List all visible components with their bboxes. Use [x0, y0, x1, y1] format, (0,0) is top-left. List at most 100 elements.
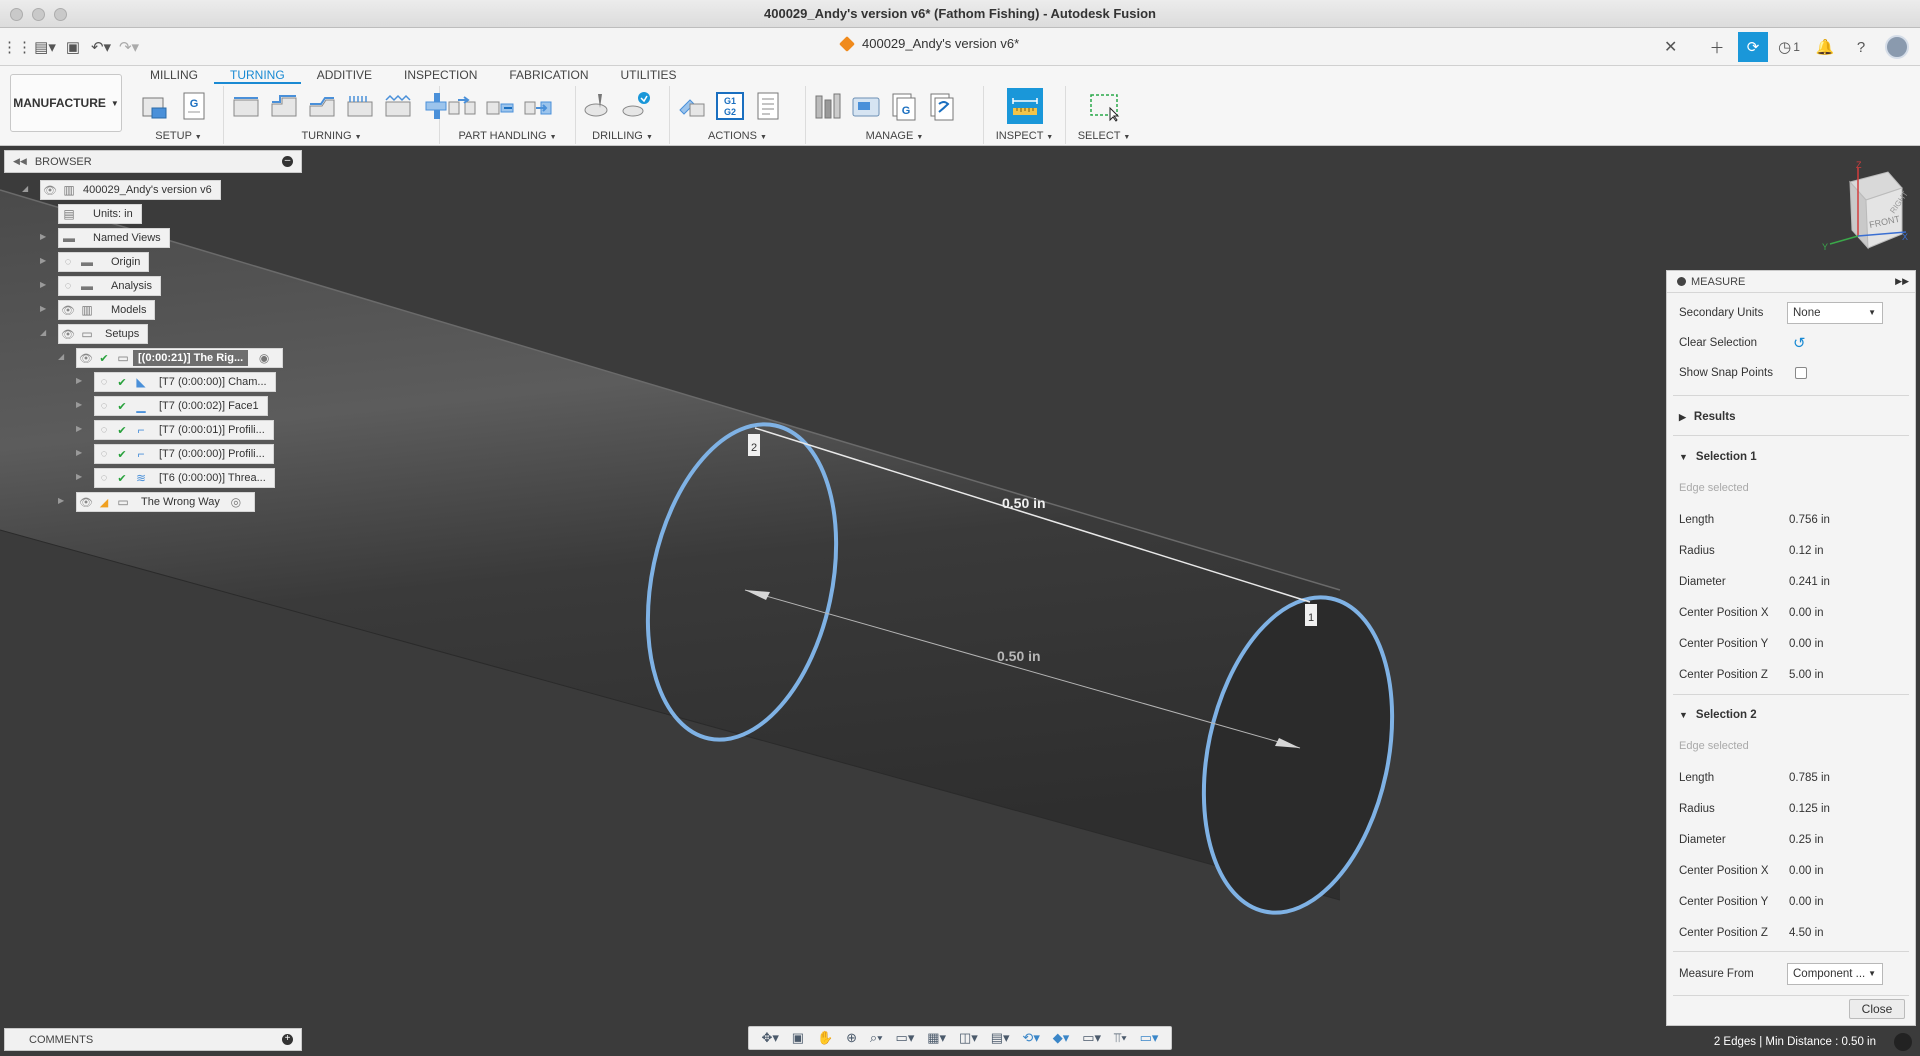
- hidden-eye-icon[interactable]: ◌: [95, 376, 113, 388]
- measure-from-select[interactable]: Component ... ▼: [1787, 963, 1883, 985]
- add-comment-plus-icon[interactable]: +: [282, 1034, 293, 1045]
- job-status-clock-icon[interactable]: ◷ 1: [1774, 32, 1804, 62]
- browser-panel-header[interactable]: ◀◀ BROWSER –: [4, 150, 302, 173]
- file-menu-icon[interactable]: ▤▾: [34, 36, 56, 58]
- expand-root-triangle-icon[interactable]: ◢: [22, 184, 28, 193]
- toolpath-display-icon[interactable]: ▭▾: [1082, 1030, 1101, 1046]
- hidden-eye-icon[interactable]: ◌: [95, 424, 113, 436]
- tree-setup-the-right-way[interactable]: 👁 ✔ ▭ [(0:00:21)] The Rig... ◉: [76, 348, 284, 368]
- turning-profile-finishing-icon[interactable]: [306, 90, 338, 122]
- new-tab-plus-icon[interactable]: ＋: [1702, 32, 1732, 62]
- look-at-icon[interactable]: ▣: [792, 1030, 804, 1046]
- expand-op5-triangle-icon[interactable]: ▶: [76, 472, 82, 481]
- nc-program-icon[interactable]: G: [178, 90, 210, 122]
- tree-setups-node[interactable]: 👁 ▭ Setups: [58, 324, 149, 344]
- secondary-units-select[interactable]: None ▼: [1787, 302, 1883, 324]
- visibility-eye-icon[interactable]: 👁: [77, 496, 95, 509]
- display-settings-icon[interactable]: ▭▾: [896, 1030, 915, 1046]
- undo-icon[interactable]: ↶▾: [90, 36, 112, 58]
- selection1-section-toggle[interactable]: ▼ Selection 1: [1679, 451, 1757, 463]
- save-icon[interactable]: ▣: [62, 36, 84, 58]
- tree-operation-profile-2[interactable]: ◌ ✔ ⌐ [T7 (0:00:00)] Profili...: [94, 444, 274, 464]
- turning-group-label[interactable]: TURNING: [301, 130, 351, 142]
- drilling-group-label[interactable]: DRILLING: [592, 130, 643, 142]
- activate-setup-icon[interactable]: ◎: [226, 495, 246, 509]
- tab-milling[interactable]: MILLING: [134, 66, 214, 84]
- post-process-icon[interactable]: G1 G2: [714, 90, 746, 122]
- template-library-icon[interactable]: [926, 90, 958, 122]
- simulation-icon[interactable]: ⟲▾: [1022, 1030, 1039, 1046]
- expand-setup2-triangle-icon[interactable]: ▶: [58, 496, 64, 505]
- collapse-setup1-triangle-icon[interactable]: ◢: [58, 352, 64, 361]
- help-question-icon[interactable]: ?: [1846, 32, 1876, 62]
- activate-setup-icon[interactable]: ◉: [254, 351, 274, 365]
- expand-op3-triangle-icon[interactable]: ▶: [76, 424, 82, 433]
- minimize-panel-icon[interactable]: [1677, 277, 1686, 286]
- select-group-label[interactable]: SELECT: [1078, 130, 1121, 142]
- tree-operation-thread[interactable]: ◌ ✔ ≋ [T6 (0:00:00)] Threa...: [94, 468, 275, 488]
- close-window-button[interactable]: [10, 8, 23, 21]
- setup-group-label[interactable]: SETUP: [155, 130, 191, 142]
- user-avatar[interactable]: [1882, 32, 1912, 62]
- manage-group-label[interactable]: MANAGE: [866, 130, 914, 142]
- tree-analysis-node[interactable]: ◌ ▬ Analysis: [58, 276, 161, 296]
- visibility-eye-icon[interactable]: 👁: [41, 184, 59, 197]
- expand-models-triangle-icon[interactable]: ▶: [40, 304, 46, 313]
- expand-origin-triangle-icon[interactable]: ▶: [40, 256, 46, 265]
- tree-operation-face[interactable]: ◌ ✔ ▁ [T7 (0:00:02)] Face1: [94, 396, 268, 416]
- new-setup-icon[interactable]: [140, 90, 172, 122]
- clear-selection-undo-icon[interactable]: ↺: [1793, 334, 1806, 352]
- tree-origin-node[interactable]: ◌ ▬ Origin: [58, 252, 150, 272]
- expand-op2-triangle-icon[interactable]: ▶: [76, 400, 82, 409]
- turning-profile-roughing-icon[interactable]: [268, 90, 300, 122]
- apps-grid-icon[interactable]: ⋮⋮: [2, 36, 32, 58]
- hidden-eye-icon[interactable]: ◌: [59, 280, 77, 292]
- zoom-window-icon[interactable]: ⌕▾: [870, 1030, 883, 1046]
- maximize-window-button[interactable]: [54, 8, 67, 21]
- notifications-bell-icon[interactable]: 🔔: [1810, 32, 1840, 62]
- tool-library-icon[interactable]: [812, 90, 844, 122]
- tab-inspection[interactable]: INSPECTION: [388, 66, 493, 84]
- expand-named-views-triangle-icon[interactable]: ▶: [40, 232, 46, 241]
- subspindle-icon[interactable]: [522, 90, 554, 122]
- bar-pull-icon[interactable]: [484, 90, 516, 122]
- tab-utilities[interactable]: UTILITIES: [605, 66, 693, 84]
- comments-panel-header[interactable]: COMMENTS +: [4, 1028, 302, 1051]
- setup-sheet-icon[interactable]: [752, 90, 784, 122]
- collapse-setups-triangle-icon[interactable]: ◢: [40, 328, 46, 337]
- hole-recognition-icon[interactable]: [620, 90, 652, 122]
- part-transfer-icon[interactable]: [446, 90, 478, 122]
- tree-named-views-node[interactable]: ▬ Named Views: [58, 228, 170, 248]
- close-tab-icon[interactable]: ✕: [1664, 37, 1677, 57]
- turning-thread-icon[interactable]: [382, 90, 414, 122]
- tree-operation-chamfer[interactable]: ◌ ✔ ◣ [T7 (0:00:00)] Cham...: [94, 372, 276, 392]
- hidden-eye-icon[interactable]: ◌: [95, 400, 113, 412]
- stock-display-icon[interactable]: ◆▾: [1053, 1030, 1070, 1046]
- post-library-icon[interactable]: G: [888, 90, 920, 122]
- collapse-panel-icon[interactable]: ◀◀: [13, 156, 27, 167]
- selection2-section-toggle[interactable]: ▼ Selection 2: [1679, 709, 1757, 721]
- tab-turning[interactable]: TURNING: [214, 66, 301, 84]
- close-button[interactable]: Close: [1849, 999, 1905, 1019]
- machine-display-icon[interactable]: ▭▾: [1140, 1030, 1159, 1046]
- orbit-icon[interactable]: ✥▾: [761, 1030, 778, 1046]
- part-handling-group-label[interactable]: PART HANDLING: [458, 130, 546, 142]
- view-cube[interactable]: FRONT RIGHT Z X Y: [1810, 160, 1910, 260]
- expand-analysis-triangle-icon[interactable]: ▶: [40, 280, 46, 289]
- tab-additive[interactable]: ADDITIVE: [301, 66, 388, 84]
- visibility-eye-icon[interactable]: 👁: [59, 304, 77, 317]
- tree-models-node[interactable]: 👁 ▥ Models: [58, 300, 156, 320]
- visibility-eye-icon[interactable]: 👁: [77, 352, 95, 365]
- tool-display-icon[interactable]: ⫪▾: [1114, 1030, 1127, 1046]
- tree-operation-profile-1[interactable]: ◌ ✔ ⌐ [T7 (0:00:01)] Profili...: [94, 420, 274, 440]
- actions-group-label[interactable]: ACTIONS: [708, 130, 757, 142]
- tree-setup-the-wrong-way[interactable]: 👁 ◢ ▭ The Wrong Way ◎: [76, 492, 255, 512]
- machine-library-icon[interactable]: [850, 90, 882, 122]
- tab-fabrication[interactable]: FABRICATION: [493, 66, 604, 84]
- data-panel-sync-icon[interactable]: ⟳: [1738, 32, 1768, 62]
- expand-op1-triangle-icon[interactable]: ▶: [76, 376, 82, 385]
- hidden-eye-icon[interactable]: ◌: [59, 256, 77, 268]
- window-select-icon[interactable]: [1088, 90, 1120, 122]
- turning-face-icon[interactable]: [230, 90, 262, 122]
- tree-root-node[interactable]: 👁 ▥ 400029_Andy's version v6: [40, 180, 221, 200]
